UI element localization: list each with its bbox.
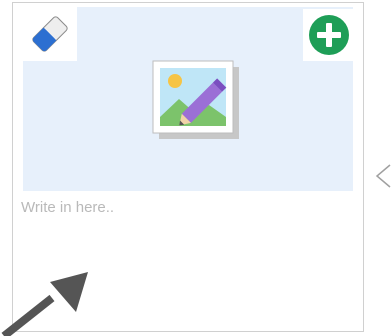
image-edit-icon bbox=[152, 60, 239, 139]
image-area[interactable] bbox=[23, 7, 355, 191]
stage bbox=[0, 0, 392, 336]
chevron-left-icon[interactable] bbox=[374, 163, 392, 189]
eraser-button[interactable] bbox=[23, 7, 77, 61]
eraser-icon bbox=[32, 16, 68, 52]
add-button[interactable] bbox=[303, 9, 355, 61]
arrow-cursor-icon bbox=[1, 272, 88, 336]
plus-circle-icon bbox=[309, 15, 349, 55]
